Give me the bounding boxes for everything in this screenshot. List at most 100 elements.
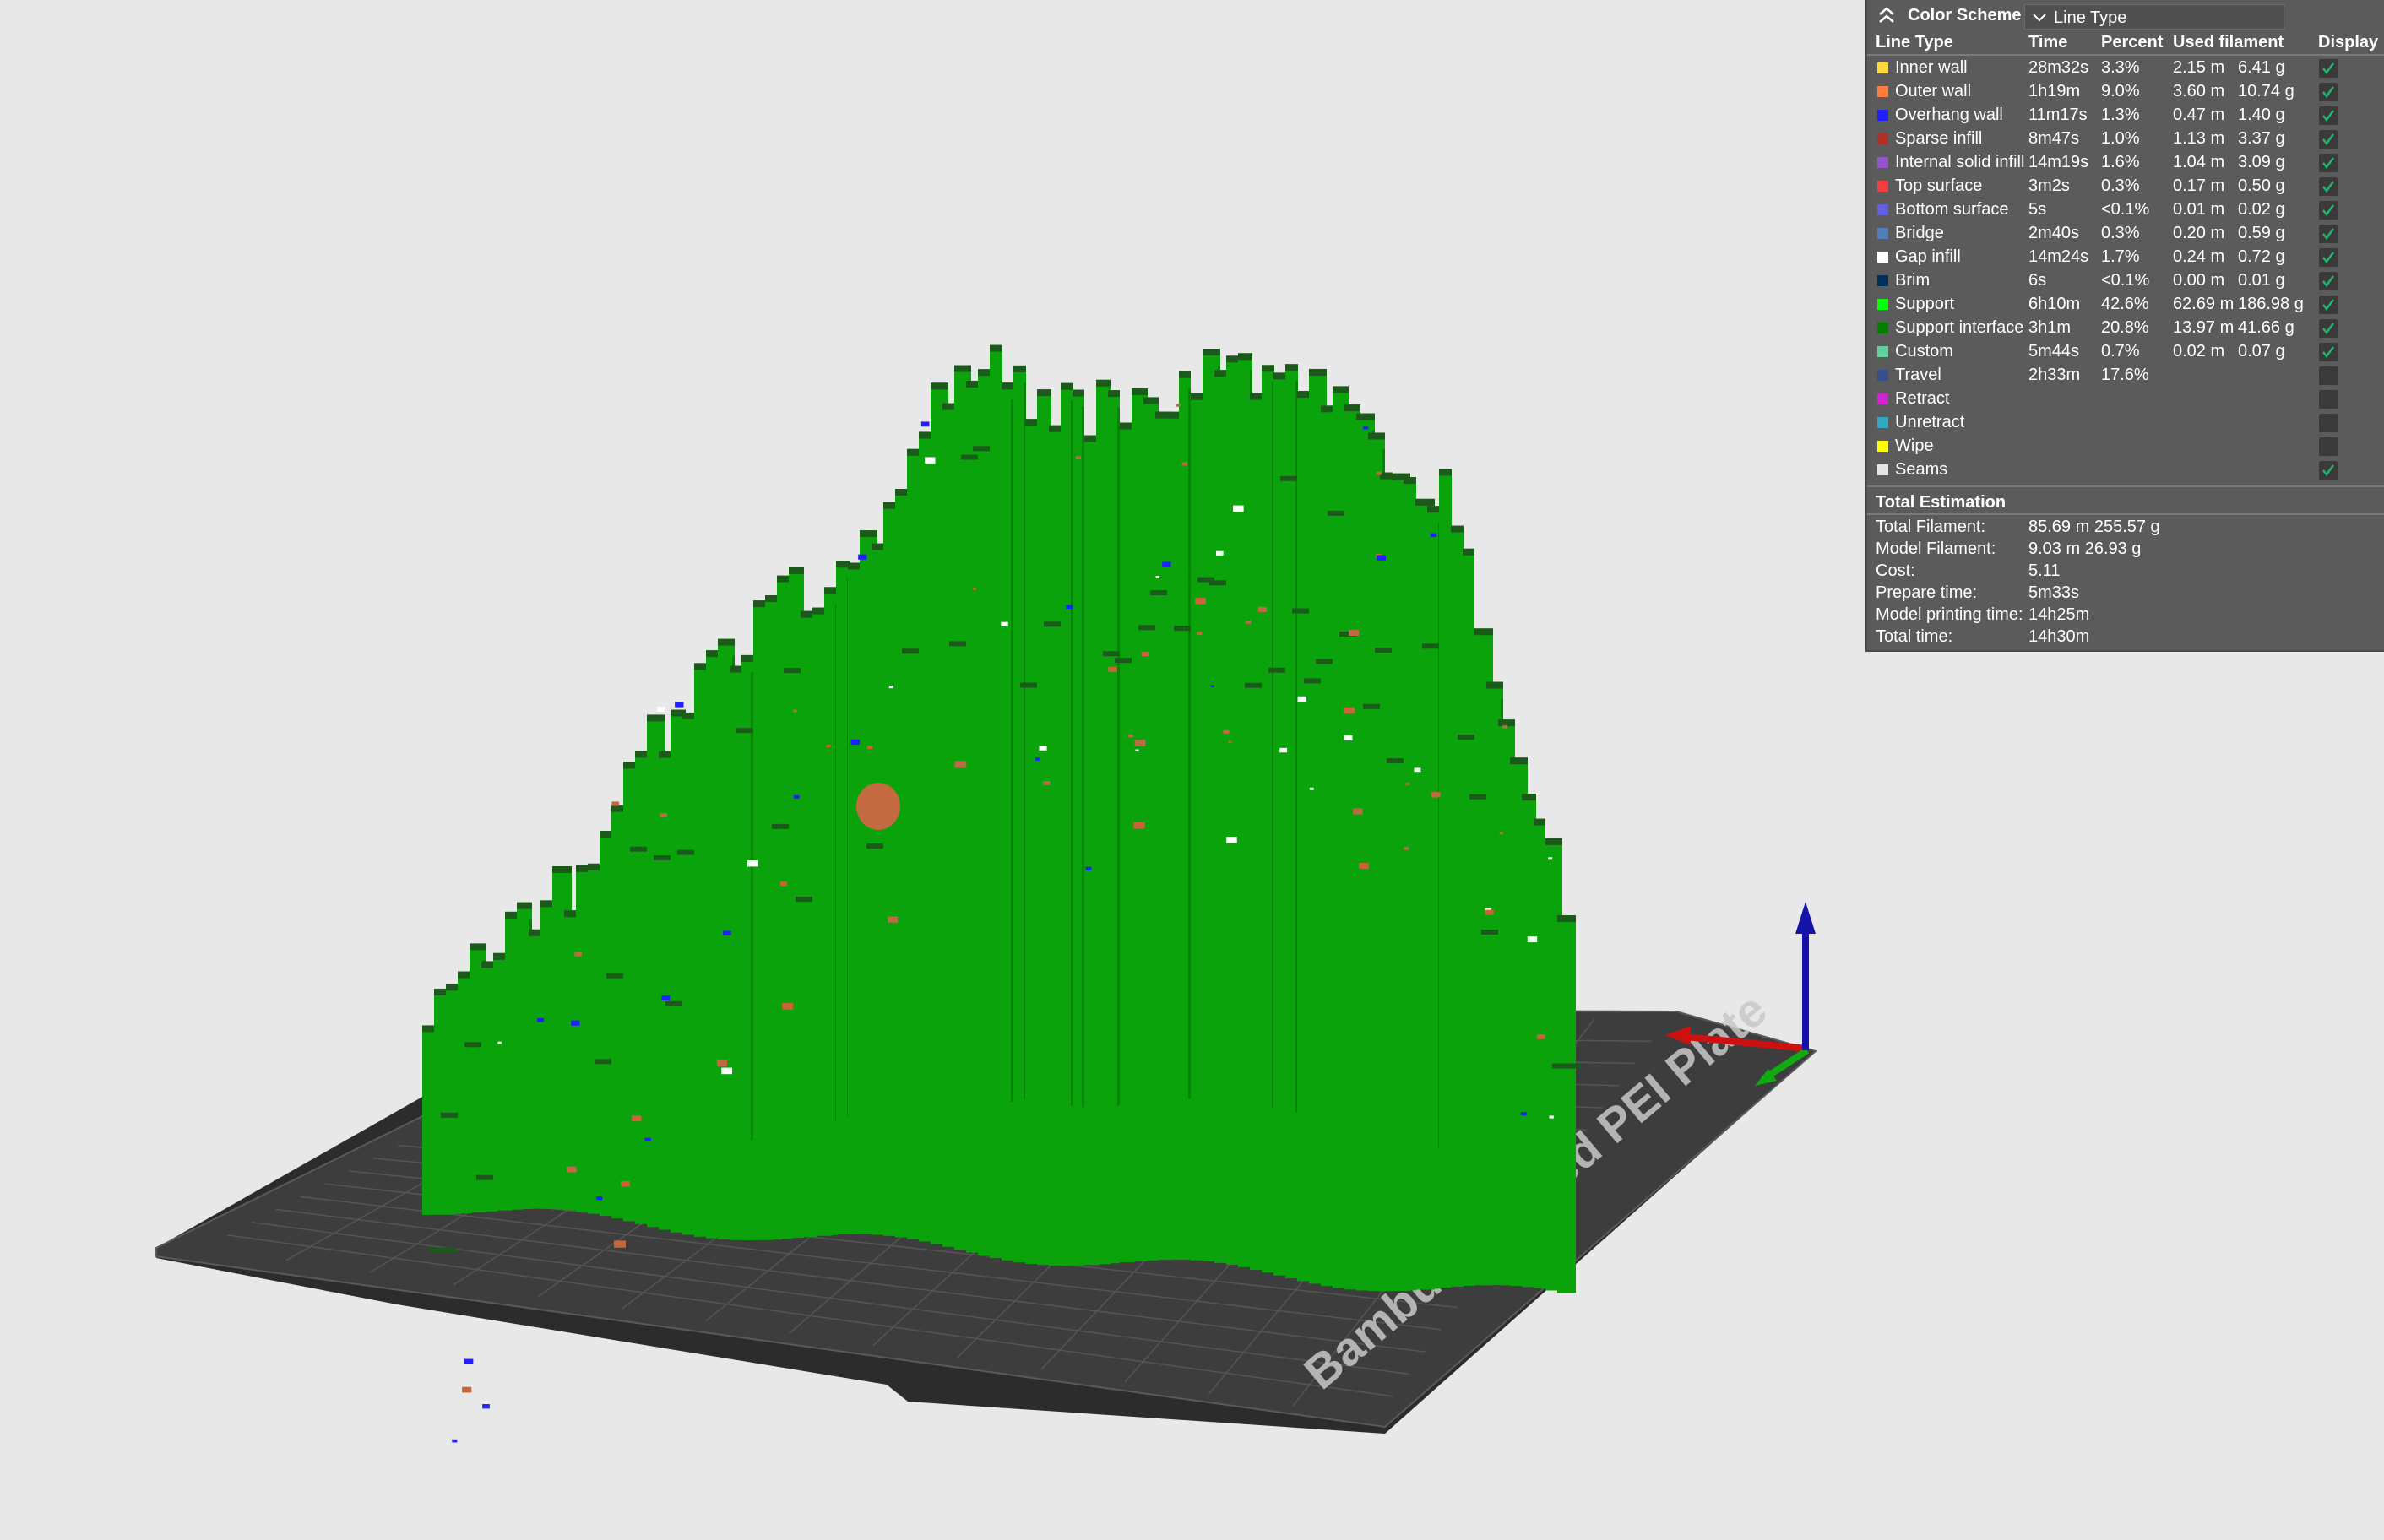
model-fragment	[1197, 632, 1203, 636]
model-fragment	[660, 812, 667, 818]
legend-row: Support 6h10m 42.6% 62.69 m 186.98 g	[1867, 292, 2384, 316]
time-value: 6h10m	[2028, 295, 2081, 313]
display-checkbox[interactable]	[2319, 154, 2338, 172]
total-row: Cost: 5.11	[1867, 560, 2384, 582]
support-interface-cap	[1297, 391, 1310, 399]
color-swatch	[1877, 86, 1888, 97]
model-fragment	[1527, 936, 1538, 943]
color-swatch	[1877, 323, 1888, 333]
checkmark-icon	[2322, 86, 2335, 99]
line-type-name: Retract	[1895, 389, 1950, 408]
line-type-name: Wipe	[1895, 437, 1934, 455]
model-fragment	[888, 916, 899, 923]
percent-value: 1.3%	[2101, 106, 2140, 124]
column-edge-shade	[1188, 388, 1191, 1099]
time-value: 3m2s	[2028, 176, 2070, 195]
model-fragment	[1085, 866, 1092, 870]
legend-header: Color Scheme Line Type	[1867, 0, 2384, 32]
display-checkbox[interactable]	[2319, 83, 2338, 101]
total-label: Prepare time:	[1876, 583, 1978, 602]
filament-length: 0.47 m	[2173, 106, 2225, 124]
support-interface-cap	[931, 382, 948, 390]
filament-weight: 0.01 g	[2238, 271, 2285, 290]
display-checkbox[interactable]	[2319, 461, 2338, 480]
total-label: Model printing time:	[1876, 605, 2023, 624]
support-column	[1297, 391, 1310, 1282]
total-row: Prepare time: 5m33s	[1867, 582, 2384, 604]
percent-value: 3.3%	[2101, 58, 2140, 77]
support-column	[694, 663, 706, 1237]
filament-length: 62.69 m	[2173, 295, 2235, 313]
display-checkbox[interactable]	[2319, 296, 2338, 314]
display-checkbox[interactable]	[2319, 201, 2338, 220]
support-column	[1534, 818, 1545, 1289]
support-interface-cap	[942, 403, 956, 410]
support-interface-cap	[1096, 379, 1111, 387]
total-value: 14h30m	[2028, 627, 2090, 646]
filament-weight: 10.74 g	[2238, 82, 2294, 100]
display-checkbox[interactable]	[2319, 414, 2338, 432]
time-value: 11m17s	[2028, 106, 2088, 124]
percent-value: 9.0%	[2101, 82, 2140, 100]
model-fragment	[1134, 740, 1146, 746]
line-type-name: Bottom surface	[1895, 200, 2009, 219]
color-swatch	[1877, 441, 1888, 452]
model-fragment	[1001, 621, 1008, 626]
display-checkbox[interactable]	[2319, 390, 2338, 409]
model-fragment	[1176, 404, 1181, 407]
total-value: 14h25m	[2028, 605, 2090, 624]
model-fragment	[1297, 696, 1306, 702]
display-checkbox[interactable]	[2319, 437, 2338, 456]
percent-value: <0.1%	[2101, 271, 2150, 290]
model-fragment	[1257, 606, 1268, 612]
color-swatch	[1877, 299, 1888, 310]
display-checkbox[interactable]	[2319, 130, 2338, 149]
support-ledge	[1552, 1063, 1581, 1069]
checkmark-icon	[2322, 204, 2335, 217]
display-checkbox[interactable]	[2319, 59, 2338, 78]
color-scheme-dropdown[interactable]: Line Type	[2024, 4, 2284, 30]
legend-row: Seams	[1867, 458, 2384, 481]
model-fragment	[972, 588, 976, 590]
model-fragment	[462, 1386, 472, 1393]
time-value: 5m44s	[2028, 342, 2080, 361]
display-checkbox[interactable]	[2319, 366, 2338, 385]
model-fragment	[482, 1404, 490, 1409]
model-fragment	[716, 1060, 727, 1066]
filament-length: 13.97 m	[2173, 318, 2235, 337]
chevron-up-double-icon[interactable]	[1876, 3, 1898, 27]
model-fragment	[1309, 787, 1314, 790]
checkmark-icon	[2322, 252, 2335, 264]
display-checkbox[interactable]	[2319, 343, 2338, 361]
model-fragment	[497, 1041, 502, 1044]
support-column	[659, 751, 671, 1230]
display-checkbox[interactable]	[2319, 248, 2338, 267]
checkmark-icon	[2322, 133, 2335, 146]
model-fragment	[1363, 426, 1369, 430]
display-checkbox[interactable]	[2319, 177, 2338, 196]
legend-row: Travel 2h33m 17.6%	[1867, 363, 2384, 387]
model-fragment	[954, 761, 967, 768]
total-label: Cost:	[1876, 561, 1915, 580]
model-fragment	[596, 1196, 603, 1201]
total-value: 5m33s	[2028, 583, 2080, 602]
support-column	[422, 1025, 434, 1215]
filament-length: 1.04 m	[2173, 153, 2225, 171]
display-checkbox[interactable]	[2319, 225, 2338, 243]
time-value: 1h19m	[2028, 82, 2081, 100]
color-swatch	[1877, 204, 1888, 215]
checkmark-icon	[2322, 346, 2335, 359]
support-interface-cap	[1238, 353, 1252, 361]
display-checkbox[interactable]	[2319, 106, 2338, 125]
checkmark-icon	[2322, 228, 2335, 241]
display-checkbox[interactable]	[2319, 319, 2338, 338]
line-type-name: Custom	[1895, 342, 1953, 361]
col-header-percent: Percent	[2101, 33, 2164, 52]
support-interface-cap	[1545, 838, 1562, 845]
filament-length: 0.00 m	[2173, 271, 2225, 290]
display-checkbox[interactable]	[2319, 272, 2338, 290]
model-fragment	[920, 421, 930, 427]
support-interface-cap	[1380, 472, 1393, 480]
support-interface-cap	[1132, 388, 1148, 396]
time-value: 6s	[2028, 271, 2047, 290]
